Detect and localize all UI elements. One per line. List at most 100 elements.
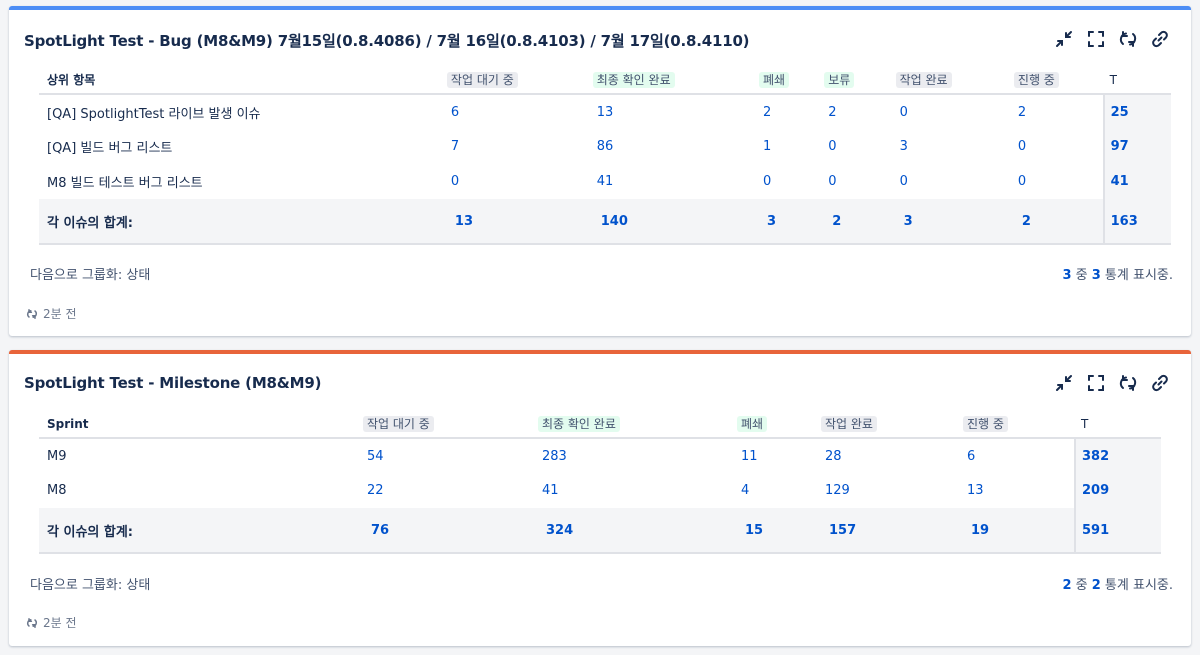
summary-value[interactable]: 2 [1013, 199, 1104, 245]
summary-value[interactable]: 2 [824, 199, 896, 245]
row-total[interactable]: 97 [1102, 129, 1171, 164]
cell-value[interactable]: 11 [737, 438, 821, 473]
column-header[interactable]: 진행 중 [1013, 66, 1104, 95]
summary-label: 각 이슈의 합계: [39, 508, 363, 554]
cell-value[interactable]: 6 [963, 438, 1075, 473]
cell-value[interactable]: 41 [538, 473, 737, 508]
column-header-total: T [1075, 410, 1161, 439]
cell-value[interactable]: 13 [963, 473, 1075, 508]
column-header[interactable]: 진행 중 [963, 410, 1075, 439]
stats-table: 상위 항목 작업 대기 중 최종 확인 완료 폐쇄 보류 작업 완료 진행 중 … [39, 66, 1171, 245]
refresh-icon[interactable] [1117, 372, 1139, 394]
cell-value[interactable]: 13 [593, 94, 759, 129]
row-label: M9 [47, 448, 67, 464]
column-header[interactable]: 보류 [824, 66, 896, 95]
column-header[interactable]: 최종 확인 완료 [538, 410, 737, 439]
summary-value[interactable]: 19 [963, 508, 1075, 554]
last-refreshed: 2분 전 [26, 305, 77, 322]
cell-value[interactable]: 0 [1014, 164, 1104, 199]
column-header[interactable]: 작업 대기 중 [446, 66, 593, 95]
table-header-row: 상위 항목 작업 대기 중 최종 확인 완료 폐쇄 보류 작업 완료 진행 중 … [39, 66, 1171, 95]
cell-value[interactable]: 2 [824, 94, 895, 129]
summary-value[interactable]: 15 [737, 508, 821, 554]
gadget-title: SpotLight Test - Milestone (M8&M9) [24, 374, 322, 392]
row-total[interactable]: 209 [1074, 473, 1161, 508]
link-icon[interactable] [1149, 372, 1171, 394]
gadget-toolbar [1053, 28, 1171, 50]
column-header[interactable]: 폐쇄 [758, 66, 825, 95]
gadget-milestone-stats: SpotLight Test - Milestone (M8&M9) Sprin… [9, 350, 1191, 646]
cell-value[interactable]: 2 [1014, 94, 1104, 129]
cell-value[interactable]: 0 [759, 164, 824, 199]
table-row: [QA] SpotlightTest 라이브 발생 이슈 6 13 2 2 0 … [39, 94, 1171, 129]
table-header-row: Sprint 작업 대기 중 최종 확인 완료 폐쇄 작업 완료 진행 중 T [39, 410, 1161, 439]
column-header[interactable]: 최종 확인 완료 [592, 66, 759, 95]
cell-value[interactable]: 0 [447, 164, 593, 199]
table-row: M9 54 283 11 28 6 382 [39, 438, 1161, 473]
row-label: M8 빌드 테스트 버그 리스트 [47, 176, 203, 191]
summary-value[interactable]: 3 [895, 199, 1014, 245]
table-row: [QA] 빌드 버그 리스트 7 86 1 0 3 0 97 [39, 129, 1171, 164]
column-header[interactable]: 작업 대기 중 [363, 410, 538, 439]
last-refreshed: 2분 전 [26, 614, 77, 631]
fullscreen-icon[interactable] [1085, 372, 1107, 394]
column-header[interactable]: 작업 완료 [895, 66, 1014, 95]
cell-value[interactable]: 2 [759, 94, 824, 129]
cell-value[interactable]: 0 [896, 94, 1014, 129]
summary-row: 각 이슈의 합계: 13 140 3 2 3 2 163 [39, 199, 1171, 245]
row-total[interactable]: 25 [1102, 94, 1171, 129]
cell-value[interactable]: 129 [821, 473, 963, 508]
cell-value[interactable]: 0 [896, 164, 1014, 199]
column-header[interactable]: 작업 완료 [821, 410, 963, 439]
refresh-small-icon [27, 617, 37, 628]
cell-value[interactable]: 3 [896, 129, 1014, 164]
cell-value[interactable]: 0 [824, 164, 895, 199]
cell-value[interactable]: 6 [447, 94, 593, 129]
link-icon[interactable] [1149, 28, 1171, 50]
summary-value[interactable]: 76 [363, 508, 538, 554]
summary-label: 각 이슈의 합계: [39, 199, 447, 245]
cell-value[interactable]: 22 [363, 473, 538, 508]
gadget-title: SpotLight Test - Bug (M8&M9) 7월15일(0.8.4… [24, 32, 750, 50]
column-header-parent: 상위 항목 [39, 66, 447, 95]
column-header-total: T [1103, 66, 1171, 95]
summary-value[interactable]: 13 [446, 199, 593, 245]
refresh-small-icon [27, 308, 37, 319]
summary-row: 각 이슈의 합계: 76 324 15 157 19 591 [39, 508, 1161, 554]
column-header-sprint: Sprint [39, 410, 363, 439]
summary-total[interactable]: 591 [1074, 508, 1161, 554]
minimize-icon[interactable] [1053, 28, 1075, 50]
group-by-label: 다음으로 그룹화: 상태 [30, 578, 151, 593]
table-row: M8 빌드 테스트 버그 리스트 0 41 0 0 0 0 41 [39, 164, 1171, 199]
row-total[interactable]: 382 [1074, 438, 1161, 473]
stats-count: 2 중 2 통계 표시중. [1062, 578, 1173, 593]
stats-table: Sprint 작업 대기 중 최종 확인 완료 폐쇄 작업 완료 진행 중 T … [39, 410, 1161, 554]
stats-count: 3 중 3 통계 표시중. [1062, 268, 1173, 283]
summary-value[interactable]: 3 [758, 199, 825, 245]
cell-value[interactable]: 0 [824, 129, 895, 164]
row-total[interactable]: 41 [1102, 164, 1171, 199]
gadget-toolbar [1053, 372, 1171, 394]
gadget-bug-stats: SpotLight Test - Bug (M8&M9) 7월15일(0.8.4… [9, 6, 1191, 336]
cell-value[interactable]: 54 [363, 438, 538, 473]
column-header[interactable]: 폐쇄 [737, 410, 821, 439]
cell-value[interactable]: 0 [1014, 129, 1104, 164]
cell-value[interactable]: 41 [593, 164, 759, 199]
cell-value[interactable]: 283 [538, 438, 737, 473]
summary-value[interactable]: 140 [592, 199, 759, 245]
table-row: M8 22 41 4 129 13 209 [39, 473, 1161, 508]
minimize-icon[interactable] [1053, 372, 1075, 394]
cell-value[interactable]: 7 [447, 129, 593, 164]
summary-value[interactable]: 324 [538, 508, 737, 554]
refresh-icon[interactable] [1117, 28, 1139, 50]
summary-value[interactable]: 157 [821, 508, 963, 554]
cell-value[interactable]: 28 [821, 438, 963, 473]
fullscreen-icon[interactable] [1085, 28, 1107, 50]
cell-value[interactable]: 1 [759, 129, 824, 164]
row-label: [QA] 빌드 버그 리스트 [47, 141, 173, 156]
row-label: M8 [47, 483, 67, 498]
summary-total[interactable]: 163 [1102, 199, 1171, 245]
row-label: [QA] SpotlightTest 라이브 발생 이슈 [47, 106, 261, 122]
cell-value[interactable]: 4 [737, 473, 821, 508]
cell-value[interactable]: 86 [593, 129, 759, 164]
